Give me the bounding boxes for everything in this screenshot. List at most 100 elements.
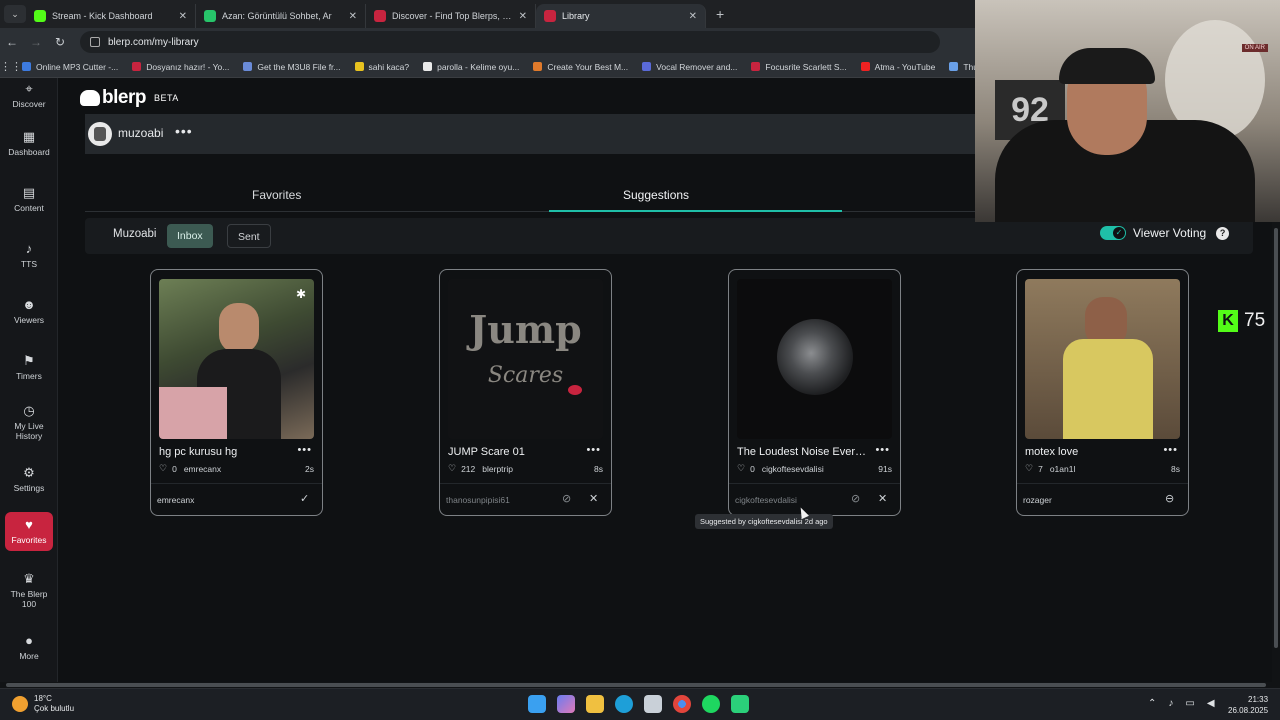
blerp-title[interactable]: JUMP Scare 01 bbox=[448, 446, 578, 458]
reload-icon[interactable]: ↻ bbox=[48, 35, 72, 49]
chrome-icon[interactable] bbox=[673, 695, 691, 713]
browser-tab-1[interactable]: Azan: Görüntülü Sohbet, Ar ✕ bbox=[196, 4, 366, 28]
card-menu-icon[interactable]: ••• bbox=[875, 444, 890, 456]
bookmark-item[interactable]: Vocal Remover and... bbox=[642, 62, 737, 72]
forward-icon[interactable]: → bbox=[24, 35, 48, 49]
sidebar-item-dashboard[interactable]: ▦ Dashboard bbox=[0, 130, 58, 158]
sidebar-item-timers[interactable]: ⚑ Timers bbox=[0, 354, 58, 382]
mic-icon[interactable]: ♪ bbox=[1168, 698, 1173, 709]
author-name[interactable]: emrecanx bbox=[184, 464, 221, 474]
copilot-icon[interactable] bbox=[557, 695, 575, 713]
close-icon[interactable]: ✕ bbox=[878, 492, 887, 505]
system-clock[interactable]: 21:33 26.08.2025 bbox=[1228, 694, 1268, 716]
sidebar-item-discover[interactable]: ⌖ Discover bbox=[0, 82, 58, 110]
sidebar-item-more[interactable]: ● More bbox=[0, 634, 58, 662]
close-icon[interactable]: ✕ bbox=[589, 492, 598, 505]
bookmark-item[interactable]: Get the M3U8 File fr... bbox=[243, 62, 341, 72]
bookmark-item[interactable]: Focusrite Scarlett S... bbox=[751, 62, 847, 72]
card-menu-icon[interactable]: ••• bbox=[1163, 444, 1178, 456]
avatar[interactable] bbox=[88, 122, 112, 146]
monitor-icon[interactable]: ▭ bbox=[1185, 698, 1194, 709]
bookmark-item[interactable]: parolla - Kelime oyu... bbox=[423, 62, 519, 72]
app-icon[interactable] bbox=[731, 695, 749, 713]
blerp-title[interactable]: hg pc kurusu hg bbox=[159, 446, 289, 458]
people-icon: ☻ bbox=[22, 297, 36, 312]
block-icon[interactable]: ⊘ bbox=[851, 492, 860, 505]
sidebar-item-content[interactable]: ▤ Content bbox=[0, 186, 58, 214]
scrollbar-thumb[interactable] bbox=[6, 683, 1266, 687]
user-name[interactable]: muzoabi bbox=[118, 126, 163, 140]
suggestion-card[interactable]: motex love ••• ♡ 7 o1an1l 8s rozager ⊖ bbox=[1016, 269, 1189, 516]
azar-favicon-icon bbox=[204, 10, 216, 22]
apps-grid-icon[interactable]: ⋮⋮ bbox=[0, 60, 22, 73]
blerp-thumbnail[interactable] bbox=[737, 279, 892, 439]
scrollbar-thumb[interactable] bbox=[1274, 228, 1278, 648]
remove-circle-icon[interactable]: ⊖ bbox=[1165, 492, 1174, 505]
suggestion-card[interactable]: Jump Scares JUMP Scare 01 ••• ♡ 212 bler… bbox=[439, 269, 612, 516]
folder-icon[interactable] bbox=[586, 695, 604, 713]
close-icon[interactable]: ✕ bbox=[349, 11, 357, 22]
suggestion-card[interactable]: ✱ hg pc kurusu hg ••• ♡ 0 emrecanx 2s em… bbox=[150, 269, 323, 516]
sidebar-item-the-blerp-100[interactable]: ♛ The Blerp 100 bbox=[0, 572, 58, 610]
blerp-title[interactable]: The Loudest Noise Ever Pos bbox=[737, 446, 867, 458]
bookmark-item[interactable]: sahi kaca? bbox=[354, 62, 409, 72]
sidebar-item-tts[interactable]: ♪ TTS bbox=[0, 242, 58, 270]
close-icon[interactable]: ✕ bbox=[689, 11, 697, 22]
chevron-up-icon[interactable]: ⌃ bbox=[1148, 698, 1156, 709]
new-tab-button[interactable]: + bbox=[716, 6, 724, 22]
tab-search-button[interactable]: ⌄ bbox=[4, 5, 26, 23]
bookmark-item[interactable]: Dosyanız hazır! - Yo... bbox=[132, 62, 229, 72]
site-info-icon[interactable] bbox=[90, 37, 100, 47]
author-name[interactable]: o1an1l bbox=[1050, 464, 1076, 474]
sidebar-item-favorites[interactable]: ♥ Favorites bbox=[5, 512, 53, 551]
volume-icon[interactable]: ◀ bbox=[1207, 698, 1215, 709]
blerp-title[interactable]: motex love bbox=[1025, 446, 1155, 458]
card-footer: cigkoftesevdalisi ⊘ ✕ bbox=[729, 483, 900, 515]
close-icon[interactable]: ✕ bbox=[519, 11, 527, 22]
user-options-icon[interactable]: ••• bbox=[175, 123, 193, 139]
vertical-scrollbar[interactable] bbox=[1272, 222, 1280, 684]
bookmark-item[interactable]: Atma - YouTube bbox=[860, 62, 935, 72]
sidebar-item-viewers[interactable]: ☻ Viewers bbox=[0, 297, 58, 326]
browser-tab-3[interactable]: Library ✕ bbox=[536, 4, 706, 28]
card-menu-icon[interactable]: ••• bbox=[586, 444, 601, 456]
weather-widget[interactable]: 18°C Çok bulutlu bbox=[12, 694, 74, 714]
author-name[interactable]: cigkoftesevdalisi bbox=[762, 464, 824, 474]
heart-outline-icon[interactable]: ♡ bbox=[159, 463, 167, 474]
tab-suggestions[interactable]: Suggestions bbox=[623, 188, 689, 202]
browser-tab-2[interactable]: Discover - Find Top Blerps, Stre ✕ bbox=[366, 4, 536, 28]
author-name[interactable]: blerptrip bbox=[482, 464, 513, 474]
sidebar-item-settings[interactable]: ⚙ Settings bbox=[0, 466, 58, 494]
browser-tab-0[interactable]: Stream - Kick Dashboard ✕ bbox=[26, 4, 196, 28]
heart-outline-icon[interactable]: ♡ bbox=[737, 463, 745, 474]
bookmark-item[interactable]: Thumbs Up – Sta bbox=[949, 62, 975, 72]
edge-icon[interactable] bbox=[615, 695, 633, 713]
sidebar-item-my-live-history[interactable]: ◷ My Live History bbox=[0, 404, 58, 442]
blerp-thumbnail[interactable] bbox=[1025, 279, 1180, 439]
card-menu-icon[interactable]: ••• bbox=[297, 444, 312, 456]
bookmark-item[interactable]: Online MP3 Cutter -... bbox=[22, 62, 118, 72]
heart-outline-icon[interactable]: ♡ bbox=[448, 463, 456, 474]
heart-outline-icon[interactable]: ♡ bbox=[1025, 463, 1033, 474]
taskbar-apps bbox=[528, 695, 760, 713]
blerp-thumbnail[interactable]: Jump Scares bbox=[448, 279, 603, 439]
tab-favorites[interactable]: Favorites bbox=[252, 188, 301, 202]
streamer-headphones bbox=[1059, 48, 1155, 84]
inbox-button[interactable]: Inbox bbox=[167, 224, 213, 248]
url-field[interactable]: blerp.com/my-library bbox=[80, 31, 940, 53]
thumbnail-face bbox=[219, 303, 259, 353]
spotify-icon[interactable] bbox=[702, 695, 720, 713]
start-icon[interactable] bbox=[528, 695, 546, 713]
blerp-thumbnail[interactable]: ✱ bbox=[159, 279, 314, 439]
viewer-voting-toggle[interactable] bbox=[1100, 226, 1126, 240]
block-icon[interactable]: ⊘ bbox=[562, 492, 571, 505]
blerp-logo[interactable]: blerp BETA bbox=[80, 87, 179, 109]
suggestion-card[interactable]: The Loudest Noise Ever Pos ••• ♡ 0 cigko… bbox=[728, 269, 901, 516]
back-icon[interactable]: ← bbox=[0, 35, 24, 49]
help-icon[interactable]: ? bbox=[1216, 226, 1230, 240]
check-icon[interactable]: ✓ bbox=[300, 492, 309, 505]
bookmark-item[interactable]: Create Your Best M... bbox=[533, 62, 628, 72]
store-icon[interactable] bbox=[644, 695, 662, 713]
sent-button[interactable]: Sent bbox=[227, 224, 271, 248]
close-icon[interactable]: ✕ bbox=[179, 11, 187, 22]
